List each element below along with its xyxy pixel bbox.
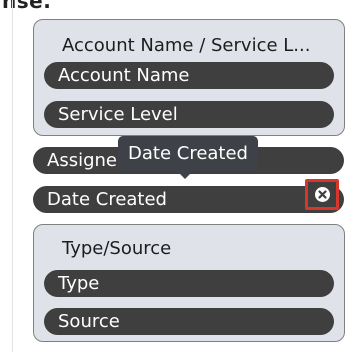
group-title-account: Account Name / Service L... [62,35,311,56]
remove-field-button[interactable] [305,179,339,210]
close-icon[interactable] [314,187,330,202]
group-title-type-source: Type/Source [62,238,172,259]
field-pill-account-name[interactable]: Account Name [44,62,334,89]
header-fragment: nse. [2,0,52,13]
left-divider [12,0,13,352]
field-group-type-source[interactable]: Type/Source Type Source [33,224,345,342]
tooltip-arrow [176,170,194,179]
field-pill-date-created[interactable]: Date Created [33,186,344,213]
field-pill-source[interactable]: Source [44,308,334,335]
field-pill-type[interactable]: Type [44,270,334,297]
field-pill-service-level[interactable]: Service Level [44,101,334,128]
tooltip: Date Created [118,136,258,171]
field-group-account[interactable]: Account Name / Service L... Account Name… [33,19,345,136]
